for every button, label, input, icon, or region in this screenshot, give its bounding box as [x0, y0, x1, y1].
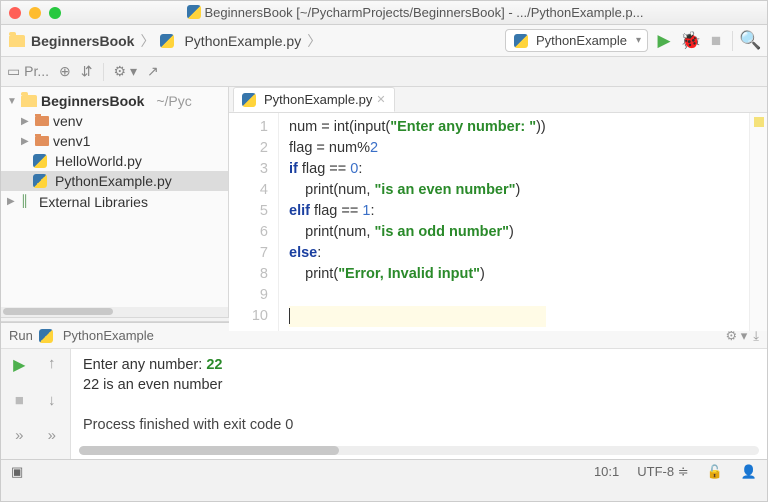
python-file-icon: [33, 174, 47, 188]
library-icon: ∥: [21, 193, 35, 210]
tree-file-pythonexample[interactable]: PythonExample.py: [1, 171, 228, 191]
python-icon: [514, 34, 528, 48]
line-gutter: 12345678910: [229, 113, 279, 331]
minimize-window-button[interactable]: [29, 7, 41, 19]
folder-icon: [21, 95, 37, 107]
chevron-right-icon[interactable]: ▶: [21, 116, 31, 127]
folder-icon: [35, 136, 49, 146]
project-tool-strip: ▭ Pr... ⊕ ⇵ ⚙ ▾ ↗: [1, 57, 767, 87]
stop-run-button[interactable]: ■: [7, 392, 32, 418]
title-bar: BeginnersBook [~/PycharmProjects/Beginne…: [1, 1, 767, 25]
zoom-window-button[interactable]: [49, 7, 61, 19]
tree-dir-venv[interactable]: ▶ venv: [1, 111, 228, 131]
console-output[interactable]: Enter any number: 22 22 is an even numbe…: [71, 349, 767, 459]
tree-dir-venv1[interactable]: ▶ venv1: [1, 131, 228, 151]
sidebar-scrollbar[interactable]: [1, 307, 228, 317]
tree-item-label: HelloWorld.py: [55, 153, 142, 169]
console-line: Enter any number: 22: [83, 357, 222, 373]
python-file-icon: [242, 93, 256, 107]
code-content[interactable]: num = int(input("Enter any number: ")) f…: [279, 113, 556, 331]
console-exit-line: Process finished with exit code 0: [83, 417, 293, 433]
project-tree[interactable]: ▼ BeginnersBook ~/Pyc ▶ venv ▶ venv1 Hel…: [1, 87, 229, 317]
chevron-right-icon[interactable]: ▶: [7, 196, 17, 207]
tree-root[interactable]: ▼ BeginnersBook ~/Pyc: [1, 91, 228, 111]
scrollbar-thumb[interactable]: [3, 308, 113, 315]
python-file-icon: [33, 154, 47, 168]
tab-label: PythonExample.py: [264, 92, 372, 107]
tree-item-label: External Libraries: [39, 194, 148, 210]
minimap-warning-marker[interactable]: [754, 117, 764, 127]
breadcrumb[interactable]: BeginnersBook 〉 PythonExample.py 〉: [9, 31, 321, 51]
chevron-right-icon: 〉: [140, 31, 154, 51]
inspector-icon[interactable]: 👤: [741, 464, 757, 480]
main-area: ▼ BeginnersBook ~/Pyc ▶ venv ▶ venv1 Hel…: [1, 87, 767, 317]
chevron-right-icon[interactable]: ▶: [21, 136, 31, 147]
project-tool-label[interactable]: ▭ Pr...: [7, 63, 49, 80]
tree-file-helloworld[interactable]: HelloWorld.py: [1, 151, 228, 171]
python-file-icon: [160, 34, 174, 48]
folder-icon: [35, 116, 49, 126]
search-button[interactable]: 🔍: [739, 30, 759, 51]
tree-item-label: venv1: [53, 133, 90, 149]
encoding-selector[interactable]: UTF-8 ≑: [637, 464, 688, 480]
chevron-down-icon[interactable]: ▼: [7, 96, 17, 107]
settings-gear-icon[interactable]: ⚙ ▾: [114, 63, 137, 80]
code-editor[interactable]: 12345678910 num = int(input("Enter any n…: [229, 113, 767, 331]
console-scrollbar[interactable]: [79, 446, 759, 455]
window-controls: [9, 7, 61, 19]
caret-line: [289, 306, 546, 327]
tree-external-libraries[interactable]: ▶ ∥ External Libraries: [1, 191, 228, 212]
editor-pane: PythonExample.py ✕ 12345678910 num = int…: [229, 87, 767, 317]
up-trace-button[interactable]: ↑: [40, 355, 65, 384]
expand-arrow-icon[interactable]: ↗: [147, 63, 159, 80]
scrollbar-thumb[interactable]: [79, 446, 339, 455]
status-bar: ▣ 10:1 UTF-8 ≑ 🔓 👤: [1, 459, 767, 483]
close-window-button[interactable]: [9, 7, 21, 19]
tree-item-label: PythonExample.py: [55, 173, 172, 189]
status-panel-icon[interactable]: ▣: [11, 464, 23, 480]
run-tool-title-prefix: Run: [9, 328, 33, 343]
down-trace-button[interactable]: ↓: [40, 392, 65, 418]
run-button[interactable]: ▶: [654, 31, 674, 51]
breadcrumb-root[interactable]: BeginnersBook: [31, 33, 134, 49]
collapse-icon[interactable]: ⇵: [81, 63, 93, 80]
run-body: ▶ ↑ ■ ↓ » » Enter any number: 22 22 is a…: [1, 349, 767, 459]
expand-run-button[interactable]: »: [7, 427, 32, 453]
run-tool-window: Run PythonExample ⚙ ▾ ⤓ ▶ ↑ ■ ↓ » » Ente…: [1, 322, 767, 459]
run-tool-title: PythonExample: [63, 328, 154, 343]
more-run-button[interactable]: »: [40, 427, 65, 453]
console-line: 22 is an even number: [83, 377, 222, 393]
editor-tab[interactable]: PythonExample.py ✕: [233, 87, 395, 112]
navigation-bar: BeginnersBook 〉 PythonExample.py 〉 Pytho…: [1, 25, 767, 57]
editor-tab-bar: PythonExample.py ✕: [229, 87, 767, 113]
editor-minimap[interactable]: [749, 113, 767, 331]
chevron-right-icon: 〉: [307, 31, 321, 51]
python-icon: [39, 329, 53, 343]
run-config-name: PythonExample: [536, 33, 627, 48]
debug-button[interactable]: 🐞: [680, 31, 700, 51]
run-side-controls: ▶ ↑ ■ ↓ » »: [1, 349, 71, 459]
breadcrumb-file[interactable]: PythonExample.py: [184, 33, 301, 49]
close-tab-icon[interactable]: ✕: [376, 93, 385, 106]
tree-root-path: ~/Pyc: [156, 93, 191, 109]
target-icon[interactable]: ⊕: [59, 63, 71, 80]
lock-icon[interactable]: 🔓: [707, 464, 723, 480]
folder-icon: [9, 35, 25, 47]
tree-root-label: BeginnersBook: [41, 93, 144, 109]
app-icon: [187, 5, 201, 19]
window-title: BeginnersBook [~/PycharmProjects/Beginne…: [71, 5, 759, 20]
run-config-dropdown[interactable]: PythonExample: [505, 29, 648, 52]
stop-button[interactable]: ■: [706, 31, 726, 51]
caret-position[interactable]: 10:1: [594, 464, 619, 479]
rerun-button[interactable]: ▶: [7, 355, 32, 384]
tree-item-label: venv: [53, 113, 83, 129]
